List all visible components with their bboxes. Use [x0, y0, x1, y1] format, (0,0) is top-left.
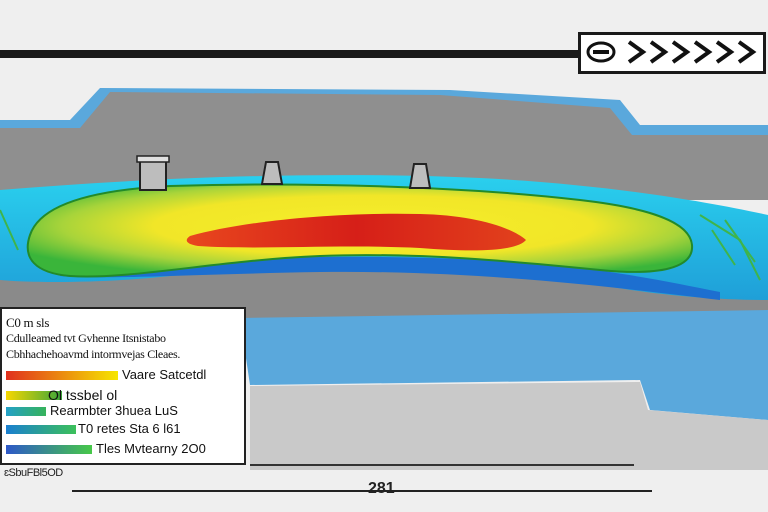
title-bar	[0, 50, 580, 58]
legend-item-label: Tles Mvtearny 2O0	[96, 441, 206, 456]
page-number: 281	[368, 480, 395, 497]
legend-item-label: T0 retes Sta 6 l61	[78, 421, 181, 436]
legend-subtitle: Cdulleamed tvt Gvhenne Itsnistabo	[6, 331, 166, 345]
footer-caption: ɛSbuFBl5OD	[4, 467, 63, 479]
sensor-tower-icon[interactable]	[260, 161, 284, 185]
sensor-tower-icon[interactable]	[136, 155, 170, 191]
legend-item-label: Ol tssbel ol	[48, 387, 118, 403]
legend-swatch	[6, 445, 92, 454]
bottom-gray-line	[250, 464, 634, 466]
legend-swatch	[6, 425, 76, 434]
legend-swatch	[6, 407, 46, 416]
chevron-right-icon[interactable]	[581, 35, 763, 71]
footer-rule	[72, 490, 652, 492]
legend-item-label: Vaare Satcetdl	[122, 367, 207, 382]
sensor-tower-icon[interactable]	[408, 163, 432, 189]
legend-subtitle: Cbhhachehoavmd intormvejas Cleaes.	[6, 347, 181, 361]
legend-swatch	[6, 371, 118, 380]
navigation-controls[interactable]	[578, 32, 766, 74]
legend-panel: C0 m sls Cdulleamed tvt Gvhenne Itsnista…	[0, 307, 246, 465]
legend-item-label: Rearmbter 3huea LuS	[50, 403, 178, 418]
legend-heading: C0 m sls	[6, 315, 50, 330]
